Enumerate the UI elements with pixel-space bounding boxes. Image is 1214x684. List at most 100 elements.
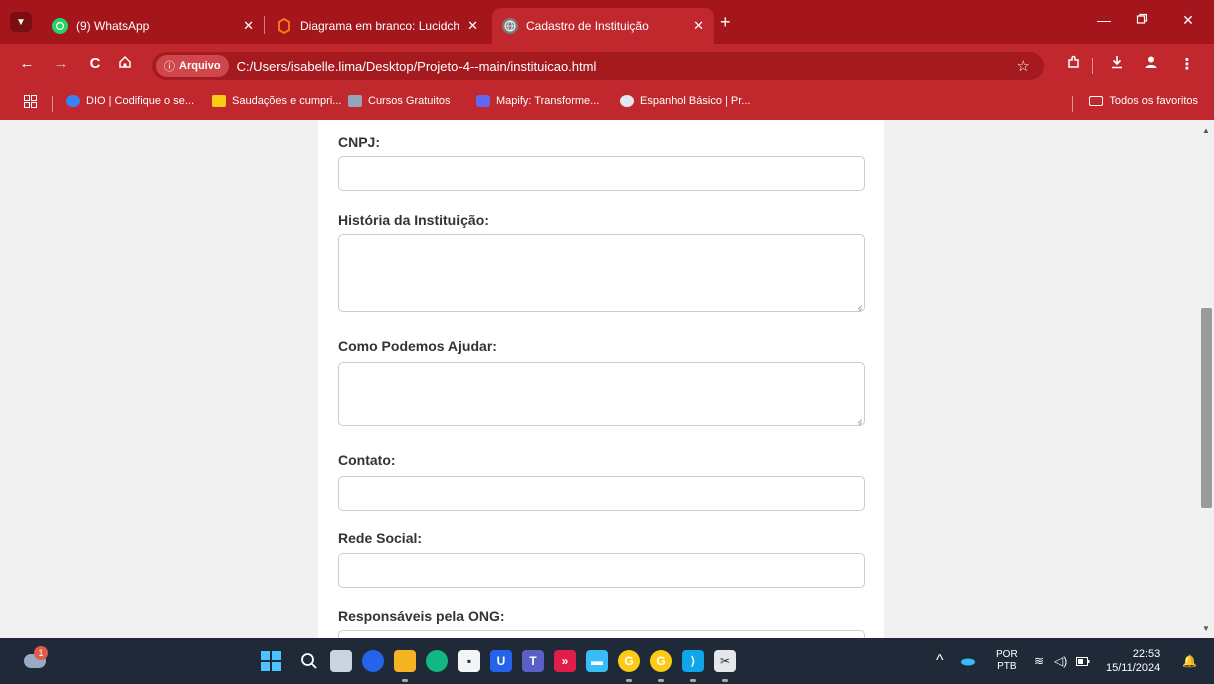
rede-social-input[interactable] <box>338 553 865 588</box>
new-tab-button[interactable]: + <box>720 13 731 31</box>
clock-date: 15/11/2024 <box>1106 662 1161 674</box>
page-viewport: CNPJ: História da Instituição: Como Pode… <box>0 120 1214 638</box>
bookmarks-separator <box>1072 96 1073 112</box>
close-icon[interactable]: ✕ <box>243 18 254 34</box>
whatsapp-icon <box>52 18 68 34</box>
bookmark-label: Saudações e cumpri... <box>232 95 342 107</box>
browser-chrome: ▼ (9) WhatsApp ✕ Diagrama em branco: Luc… <box>0 0 1214 120</box>
language-indicator[interactable]: POR PTB <box>996 638 1018 684</box>
notification-badge: 1 <box>34 646 48 660</box>
home-icon[interactable] <box>114 55 136 74</box>
running-indicator <box>722 679 728 682</box>
resize-handle[interactable] <box>854 415 862 423</box>
anydesk-icon[interactable]: » <box>554 650 576 672</box>
bookmark-cursos[interactable]: Cursos Gratuitos <box>348 95 451 107</box>
forward-icon[interactable]: → <box>50 55 72 73</box>
ajudar-label: Como Podemos Ajudar: <box>338 338 497 354</box>
cnpj-input[interactable] <box>338 156 865 191</box>
url-text: C:/Users/isabelle.lima/Desktop/Projeto-4… <box>236 58 597 74</box>
weather-widget[interactable]: 1 <box>22 646 48 672</box>
task-view-icon[interactable] <box>330 650 352 672</box>
bookmarks-separator <box>52 96 53 112</box>
tab-title: Diagrama em branco: Lucidchart <box>300 19 460 33</box>
scroll-up-icon[interactable]: ▲ <box>1202 126 1210 135</box>
bookmark-espanhol[interactable]: Espanhol Básico | Pr... <box>620 95 750 107</box>
close-window-icon[interactable]: ✕ <box>1176 12 1200 29</box>
star-icon[interactable]: ☆ <box>1017 57 1030 75</box>
site-info-chip[interactable]: ⓘ Arquivo <box>156 55 229 77</box>
tray-overflow-icon[interactable]: ^ <box>936 638 944 684</box>
download-icon[interactable] <box>1106 55 1128 73</box>
cnpj-label: CNPJ: <box>338 134 381 150</box>
bookmark-mapify[interactable]: Mapify: Transforme... <box>476 95 599 107</box>
remote-desktop-icon[interactable]: ▬ <box>586 650 608 672</box>
contato-input[interactable] <box>338 476 865 511</box>
apps-icon[interactable] <box>24 95 37 111</box>
running-indicator <box>690 679 696 682</box>
tab-strip: ▼ (9) WhatsApp ✕ Diagrama em branco: Luc… <box>0 0 1214 44</box>
tab-search-button[interactable]: ▼ <box>10 12 32 32</box>
bookmark-favicon <box>348 95 362 107</box>
bookmark-label: DIO | Codifique o se... <box>86 95 195 107</box>
responsaveis-label: Responsáveis pela ONG: <box>338 608 505 624</box>
responsaveis-input[interactable] <box>338 630 865 638</box>
clock[interactable]: 22:53 15/11/2024 <box>1106 638 1160 684</box>
minimize-icon[interactable]: — <box>1092 12 1116 28</box>
page-scrollbar[interactable]: ▲ ▼ <box>1198 120 1214 638</box>
bookmark-label: Mapify: Transforme... <box>496 95 600 107</box>
clock-time: 22:53 <box>1132 648 1161 660</box>
store-icon[interactable]: ▪ <box>458 650 480 672</box>
tab-separator <box>264 16 265 34</box>
bookmarks-bar: DIO | Codifique o se... Saudações e cump… <box>0 86 1214 120</box>
battery-icon[interactable] <box>1076 638 1090 684</box>
all-bookmarks-button[interactable]: Todos os favoritos <box>1089 95 1198 107</box>
folder-icon <box>1089 96 1104 106</box>
resize-handle[interactable] <box>854 301 862 309</box>
reload-icon[interactable]: C <box>84 55 106 73</box>
address-bar[interactable]: ⓘ Arquivo C:/Users/isabelle.lima/Desktop… <box>152 52 1044 80</box>
close-icon[interactable]: ✕ <box>467 18 478 34</box>
bookmark-dio[interactable]: DIO | Codifique o se... <box>66 95 194 107</box>
edge-icon[interactable] <box>426 650 448 672</box>
scroll-down-icon[interactable]: ▼ <box>1202 624 1210 633</box>
historia-textarea[interactable] <box>338 234 865 312</box>
historia-label: História da Instituição: <box>338 212 489 228</box>
file-explorer-icon[interactable] <box>394 650 416 672</box>
chrome-profile-icon[interactable]: G <box>650 650 672 672</box>
toolbar-separator <box>1092 58 1093 74</box>
profile-icon[interactable] <box>1140 55 1162 73</box>
running-indicator <box>402 679 408 682</box>
copilot-icon[interactable] <box>362 650 384 672</box>
volume-icon[interactable]: ◁) <box>1054 638 1067 684</box>
ajudar-textarea[interactable] <box>338 362 865 426</box>
scroll-thumb[interactable] <box>1201 308 1212 508</box>
vscode-icon[interactable]: ⟩ <box>682 650 704 672</box>
running-indicator <box>626 679 632 682</box>
restore-icon[interactable] <box>1130 12 1154 28</box>
snipping-tool-icon[interactable]: ✂ <box>714 650 736 672</box>
tab-title: Cadastro de Instituição <box>526 19 649 33</box>
notifications-icon[interactable]: 🔔 <box>1182 638 1197 684</box>
tab-whatsapp[interactable]: (9) WhatsApp ✕ <box>42 8 264 44</box>
wifi-icon[interactable]: ≋ <box>1034 638 1044 684</box>
search-icon[interactable] <box>298 650 320 672</box>
onedrive-icon[interactable] <box>960 638 976 684</box>
bookmark-label: Cursos Gratuitos <box>368 95 451 107</box>
taskbar: 1 ▪ U T » ▬ G G ⟩ ✂ ^ POR PTB ≋ ◁) 22:53… <box>0 638 1214 684</box>
menu-icon[interactable]: ⋮ <box>1176 55 1198 73</box>
close-icon[interactable]: ✕ <box>693 18 704 34</box>
bitwarden-icon[interactable]: U <box>490 650 512 672</box>
tab-cadastro[interactable]: Cadastro de Instituição ✕ <box>492 8 714 44</box>
teams-icon[interactable]: T <box>522 650 544 672</box>
chrome-icon[interactable]: G <box>618 650 640 672</box>
lucidchart-icon <box>276 18 292 34</box>
tab-lucidchart[interactable]: Diagrama em branco: Lucidchart ✕ <box>266 8 488 44</box>
extensions-icon[interactable] <box>1062 55 1084 74</box>
windows-start-icon[interactable] <box>260 650 282 672</box>
bookmark-favicon <box>212 95 226 107</box>
back-icon[interactable]: ← <box>16 55 38 73</box>
bookmark-favicon <box>66 95 80 107</box>
bookmark-saudacoes[interactable]: Saudações e cumpri... <box>212 95 341 107</box>
bookmark-favicon <box>476 95 490 107</box>
globe-icon <box>502 18 518 34</box>
